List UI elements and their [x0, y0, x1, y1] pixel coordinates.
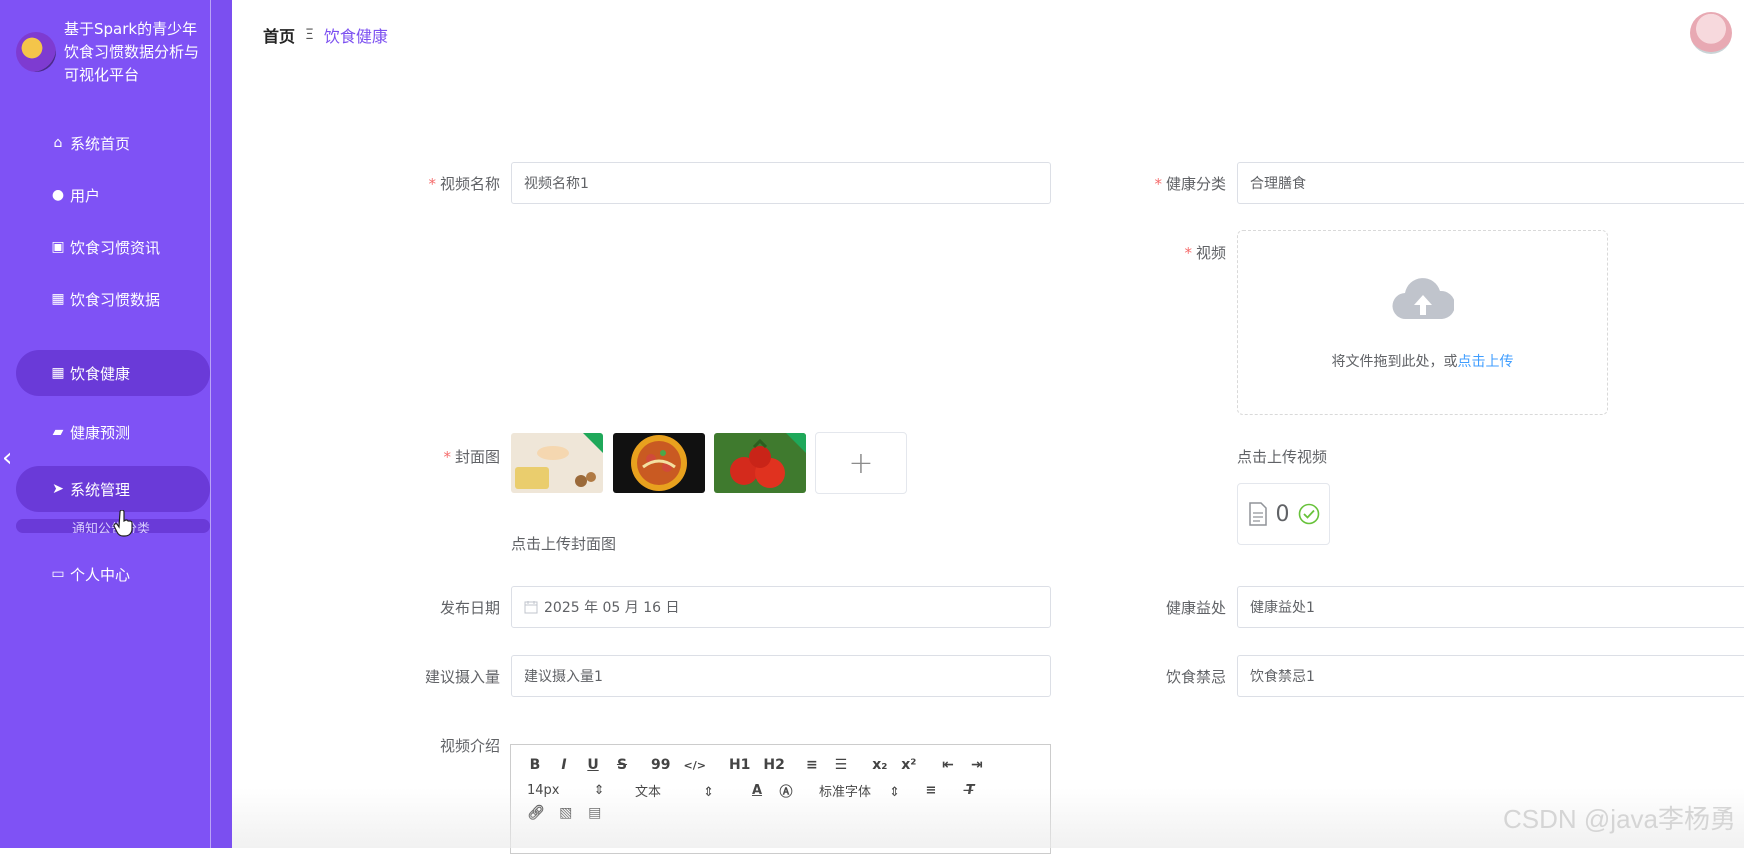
cover-image-1[interactable]	[511, 433, 603, 493]
link-icon[interactable]: 🔗︎	[527, 805, 545, 821]
header2-button[interactable]: H2	[763, 757, 784, 773]
sidebar-item-label: 个人中心	[70, 564, 130, 585]
suggested-intake-value: 建议摄入量1	[524, 666, 603, 686]
health-video-form: 视频名称 视频名称1 健康分类 合理膳食 视频 将文件拖到此处，或点击上传 点击…	[232, 0, 1744, 848]
uploaded-file-card[interactable]: 0	[1237, 483, 1330, 545]
rich-text-editor[interactable]: B I U S 99 </> H1 H2 ≡ ☰ x₂ x² ⇤ ⇥ 14px …	[510, 744, 1051, 854]
underline-button[interactable]: U	[585, 757, 601, 773]
file-count: 0	[1276, 502, 1290, 527]
superscript-button[interactable]: x²	[901, 757, 917, 773]
ordered-list-button[interactable]: ≡	[804, 757, 820, 773]
sidebar-item-label: 饮食习惯资讯	[70, 237, 160, 258]
editor-toolbar-row-2: 14px ⇕ 文本 ⇕ A Ⓐ 标准字体 ⇕ ≡ T̶	[527, 781, 991, 800]
text-color-icon[interactable]: A	[749, 783, 765, 798]
home-icon: ⌂	[50, 135, 66, 151]
health-benefit-label: 健康益处	[1106, 597, 1226, 618]
user-icon: ●	[50, 187, 66, 203]
clear-format-icon[interactable]: T̶	[962, 783, 978, 798]
upload-hint: 将文件拖到此处，或点击上传	[1238, 351, 1607, 371]
indent-button[interactable]: ⇥	[969, 757, 985, 773]
cover-label: 封面图	[380, 446, 500, 467]
document-icon	[1248, 502, 1268, 526]
diet-taboo-value: 饮食禁忌1	[1250, 666, 1315, 686]
image-icon[interactable]: ▧	[558, 805, 574, 821]
hand-cursor-icon	[113, 510, 135, 538]
background-color-icon[interactable]: Ⓐ	[778, 781, 794, 800]
strike-button[interactable]: S	[614, 757, 630, 773]
suggested-intake-input[interactable]: 建议摄入量1	[511, 655, 1051, 697]
sidebar-panel: 基于Spark的青少年饮食习惯数据分析与可视化平台 ⌂ 系统首页 ● 用户 ▣ …	[0, 0, 211, 848]
grid-icon: ▦	[50, 365, 66, 381]
cloud-upload-icon	[1392, 275, 1454, 323]
video-name-value: 视频名称1	[524, 173, 589, 193]
brand-title: 基于Spark的青少年饮食习惯数据分析与可视化平台	[64, 18, 209, 87]
health-category-label: 健康分类	[1106, 173, 1226, 194]
sidebar-item-profile[interactable]: ▭ 个人中心	[16, 551, 210, 597]
clipboard-icon: ▣	[50, 239, 66, 255]
sidebar-item-system-admin[interactable]: ➤ 系统管理	[16, 466, 210, 512]
publish-date-value: 2025 年 05 月 16 日	[544, 597, 680, 617]
sidebar-item-label: 饮食健康	[70, 363, 130, 384]
outdent-button[interactable]: ⇤	[940, 757, 956, 773]
bullet-list-button[interactable]: ☰	[833, 757, 849, 773]
code-block-button[interactable]: </>	[683, 759, 705, 772]
sidebar-item-diet-news[interactable]: ▣ 饮食习惯资讯	[16, 224, 210, 270]
health-category-value: 合理膳食	[1250, 173, 1306, 193]
block-type-select[interactable]: 文本 ⇕	[635, 781, 735, 800]
align-icon[interactable]: ≡	[923, 783, 939, 798]
publish-date-label: 发布日期	[380, 597, 500, 618]
video-icon[interactable]: ▤	[587, 805, 603, 821]
brand: 基于Spark的青少年饮食习惯数据分析与可视化平台	[16, 18, 209, 87]
add-cover-button[interactable]: +	[815, 432, 907, 494]
card-icon: ▭	[50, 566, 66, 582]
video-name-input[interactable]: 视频名称1	[511, 162, 1051, 204]
collapse-sidebar-icon[interactable]: ‹	[2, 443, 12, 473]
health-benefit-value: 健康益处1	[1250, 597, 1315, 617]
video-name-label: 视频名称	[380, 173, 500, 194]
video-upload-dropzone[interactable]: 将文件拖到此处，或点击上传	[1237, 230, 1608, 415]
calendar-icon	[524, 600, 538, 614]
editor-toolbar-row-3: 🔗︎ ▧ ▤	[527, 805, 616, 821]
font-size-select[interactable]: 14px ⇕	[527, 783, 605, 798]
grid-icon: ▦	[50, 291, 66, 307]
sidebar: 基于Spark的青少年饮食习惯数据分析与可视化平台 ⌂ 系统首页 ● 用户 ▣ …	[0, 0, 232, 848]
bold-button[interactable]: B	[527, 757, 543, 773]
diet-taboo-label: 饮食禁忌	[1106, 666, 1226, 687]
video-intro-label: 视频介绍	[380, 735, 500, 756]
sidebar-item-label: 饮食习惯数据	[70, 289, 160, 310]
sidebar-item-label: 用户	[70, 185, 100, 206]
suggested-intake-label: 建议摄入量	[380, 666, 500, 687]
video-upload-tip: 点击上传视频	[1237, 446, 1327, 467]
wallet-icon: ▰	[50, 424, 66, 440]
subscript-button[interactable]: x₂	[872, 757, 888, 773]
publish-date-picker[interactable]: 2025 年 05 月 16 日	[511, 586, 1051, 628]
font-family-select[interactable]: 标准字体 ⇕	[819, 781, 919, 800]
send-icon: ➤	[50, 481, 66, 497]
diet-taboo-input[interactable]: 饮食禁忌1	[1237, 655, 1744, 697]
watermark: CSDN @java李杨勇	[1503, 799, 1736, 836]
sidebar-item-label: 系统管理	[70, 479, 130, 500]
header1-button[interactable]: H1	[729, 757, 750, 773]
logo-icon	[16, 32, 56, 72]
cover-image-3[interactable]	[714, 433, 806, 493]
sidebar-item-health-predict[interactable]: ▰ 健康预测	[16, 409, 210, 455]
sidebar-item-diet-data[interactable]: ▦ 饮食习惯数据	[16, 276, 210, 322]
sidebar-item-diet-health[interactable]: ▦ 饮食健康	[16, 350, 210, 396]
health-category-select[interactable]: 合理膳食	[1237, 162, 1744, 204]
check-circle-icon	[1298, 503, 1320, 525]
sidebar-item-user[interactable]: ● 用户	[16, 172, 210, 218]
sidebar-item-label: 健康预测	[70, 422, 130, 443]
sidebar-item-home[interactable]: ⌂ 系统首页	[16, 120, 210, 166]
health-benefit-input[interactable]: 健康益处1	[1237, 586, 1744, 628]
cover-image-2[interactable]	[613, 433, 705, 493]
sidebar-item-label: 系统首页	[70, 133, 130, 154]
editor-toolbar-row-1: B I U S 99 </> H1 H2 ≡ ☰ x₂ x² ⇤ ⇥	[527, 757, 998, 773]
blockquote-button[interactable]: 99	[651, 757, 670, 773]
click-upload-link[interactable]: 点击上传	[1458, 354, 1514, 370]
italic-button[interactable]: I	[556, 757, 572, 773]
cover-upload-tip: 点击上传封面图	[511, 533, 616, 554]
video-label: 视频	[1106, 242, 1226, 263]
